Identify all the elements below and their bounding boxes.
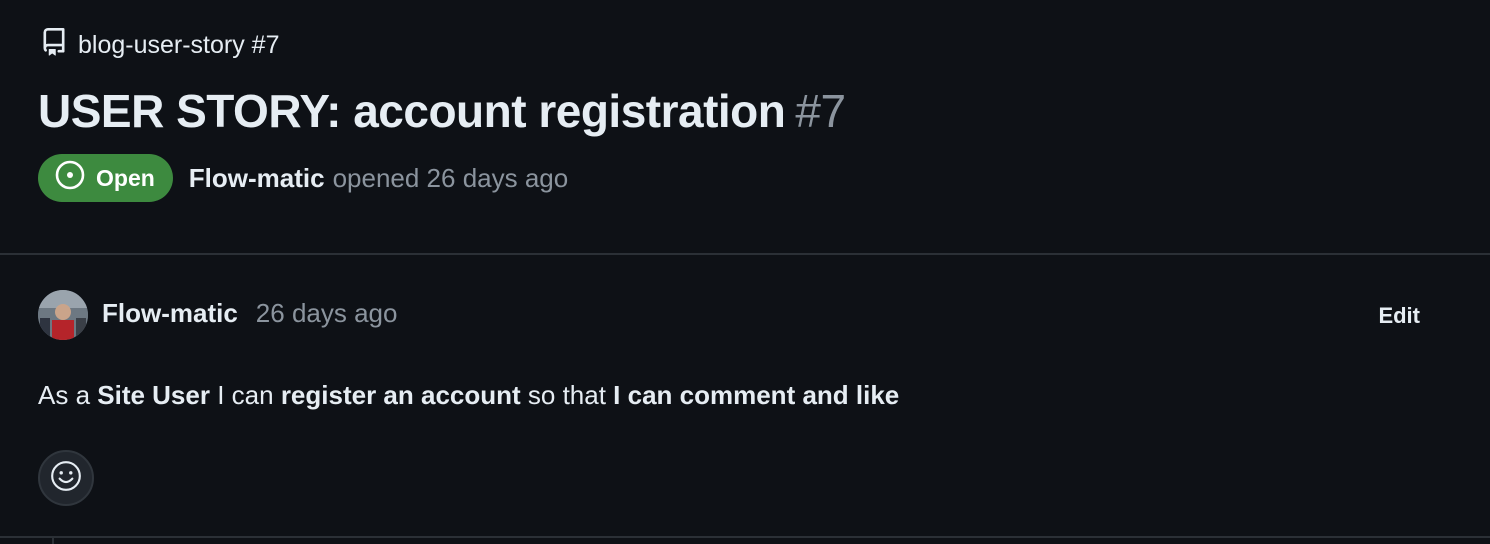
- issue-title: USER STORY: account registration #7: [38, 84, 846, 138]
- repo-label[interactable]: blog-user-story #7: [78, 31, 279, 60]
- comment-timestamp[interactable]: 26 days ago: [256, 298, 398, 329]
- repo-icon: [40, 26, 68, 65]
- comment-header: Flow-matic 26 days ago: [102, 298, 397, 329]
- issue-opened-text: opened 26 days ago: [332, 162, 569, 193]
- body-bold-3: I can comment and like: [613, 380, 900, 410]
- repo-breadcrumb[interactable]: blog-user-story #7: [40, 26, 279, 65]
- body-bold-2: register an account: [280, 380, 521, 410]
- add-reaction-button[interactable]: [38, 450, 94, 506]
- comment-bottom-border: [0, 536, 1490, 544]
- body-text-1: As a: [38, 380, 98, 410]
- status-badge-label: Open: [96, 164, 155, 191]
- body-bold-1: Site User: [97, 380, 210, 410]
- status-badge: Open: [38, 154, 173, 202]
- issue-state-row: Open Flow-matic opened 26 days ago: [38, 154, 568, 202]
- issue-comment: Flow-matic 26 days ago Edit As a Site Us…: [0, 254, 1490, 544]
- issue-number: #7: [795, 85, 846, 137]
- issue-opened-icon: [54, 159, 86, 197]
- avatar[interactable]: [38, 290, 88, 340]
- comment-author-link[interactable]: Flow-matic: [102, 298, 238, 329]
- body-text-2: I can: [209, 380, 281, 410]
- smiley-icon: [49, 459, 83, 498]
- issue-author-link[interactable]: Flow-matic: [189, 163, 325, 193]
- edit-button[interactable]: Edit: [1378, 303, 1420, 329]
- comment-body: As a Site User I can register an account…: [38, 380, 899, 411]
- body-text-3: so that: [520, 380, 614, 410]
- issue-header: blog-user-story #7 USER STORY: account r…: [0, 0, 1490, 255]
- issue-title-text: USER STORY: account registration: [38, 85, 786, 137]
- issue-meta: Flow-matic opened 26 days ago: [189, 163, 568, 194]
